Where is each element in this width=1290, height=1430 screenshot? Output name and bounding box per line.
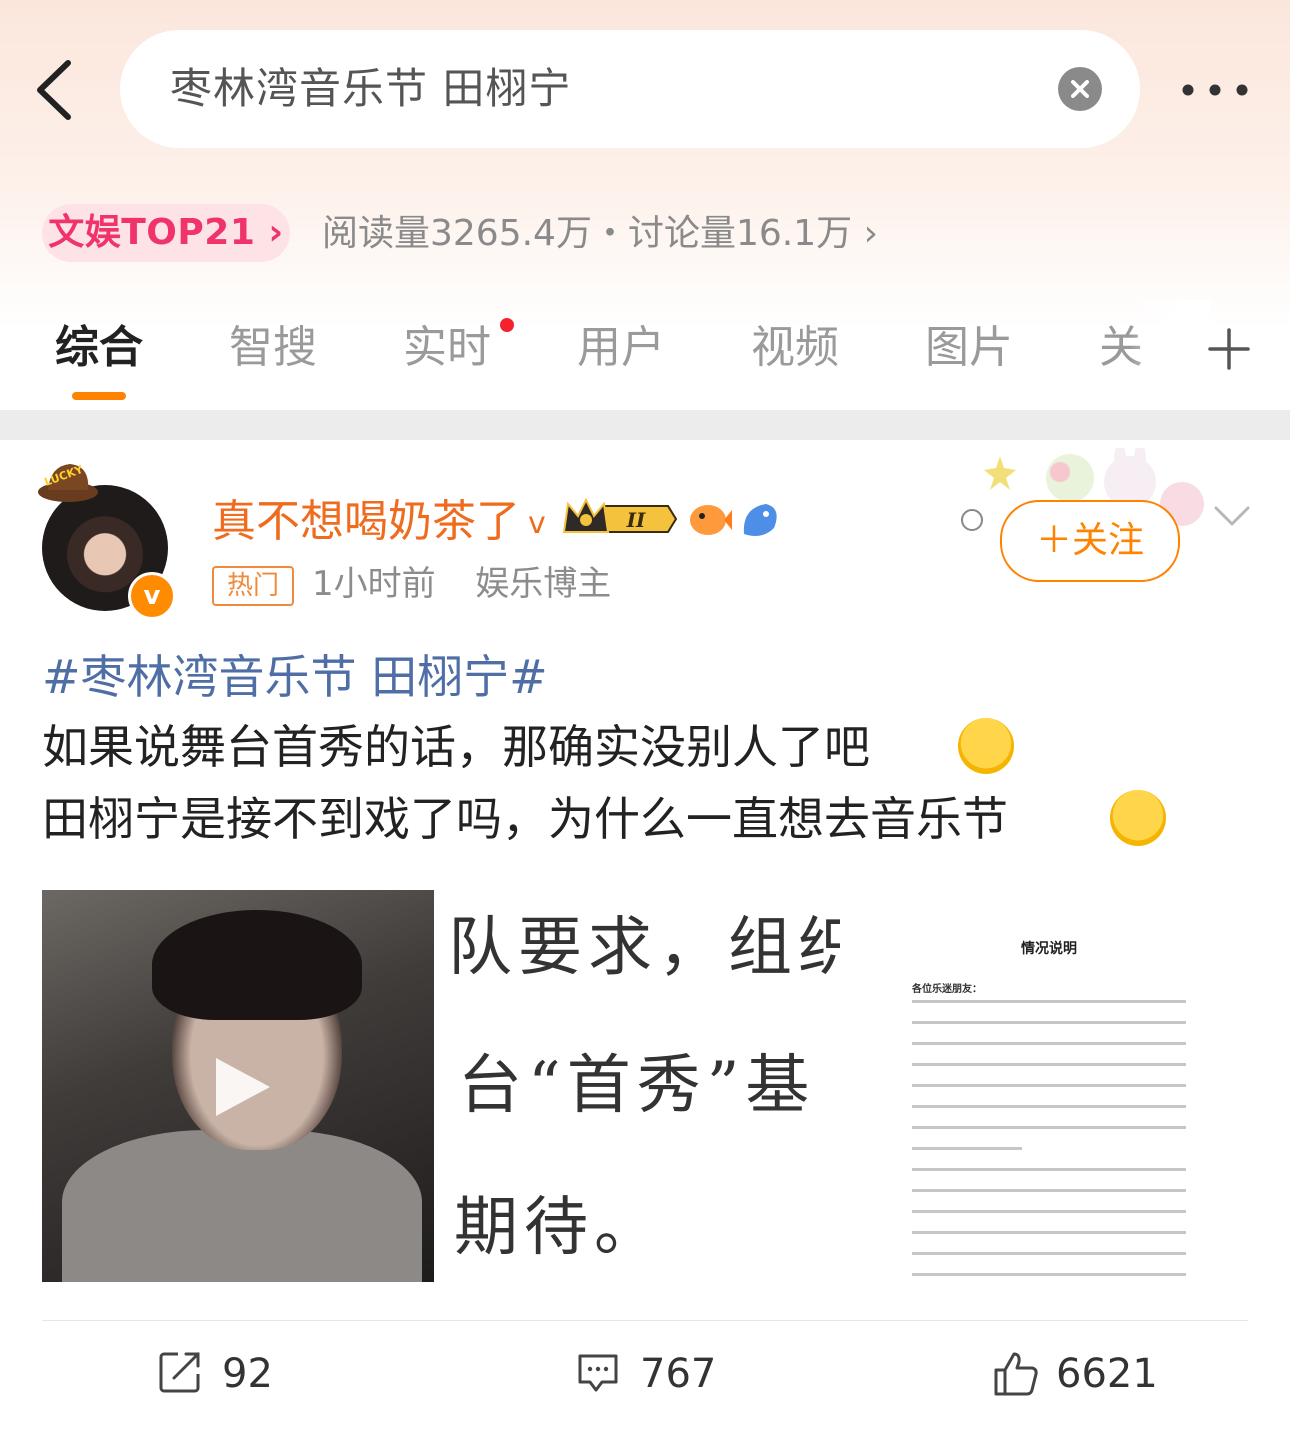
search-input[interactable]: 枣林湾音乐节 田栩宁	[170, 30, 571, 148]
like-count: 6621	[1056, 1351, 1158, 1397]
tab-video[interactable]: 视频	[751, 318, 839, 378]
crown-level-icon: II	[562, 497, 678, 533]
chevron-down-icon[interactable]	[1212, 502, 1252, 530]
laugh-cry-emoji-icon	[958, 718, 1014, 774]
thumbnail-body	[62, 1130, 422, 1282]
tab-fade	[1130, 300, 1210, 400]
post-meta: 1小时前 娱乐博主	[312, 560, 611, 608]
more-icon[interactable]	[1180, 80, 1250, 100]
chevron-right-icon: ›	[863, 213, 878, 254]
tab-users[interactable]: 用户	[577, 318, 665, 378]
clear-icon[interactable]	[1058, 67, 1102, 111]
chevron-right-icon: ›	[268, 212, 284, 253]
play-icon[interactable]	[210, 1052, 274, 1122]
crown-level-text: II	[626, 508, 646, 532]
thumbnail-hair	[152, 910, 362, 1020]
hot-tag: 热门	[212, 566, 294, 606]
laugh-cry-emoji-icon	[1110, 790, 1166, 846]
action-divider	[42, 1320, 1248, 1321]
excerpt-line-3: 期待。	[454, 1191, 664, 1265]
blue-fish-icon	[743, 504, 777, 536]
tab-images[interactable]: 图片	[925, 318, 1013, 378]
post-time: 1小时前	[312, 564, 436, 604]
author-role: 娱乐博主	[475, 564, 612, 604]
active-tab-indicator	[72, 392, 126, 400]
text-excerpt-image[interactable]: 队要求，组织 台“首秀”基 期待。	[444, 890, 840, 1282]
document-title: 情况说明	[1021, 941, 1077, 957]
realtime-red-dot	[500, 318, 514, 332]
post-text-line-1: 如果说舞台首秀的话，那确实没别人了吧	[42, 720, 870, 774]
comment-count: 767	[640, 1351, 717, 1397]
repost-icon	[159, 1352, 200, 1393]
document-body	[912, 1000, 1186, 1280]
post-topic-link[interactable]: #枣林湾音乐节 田栩宁#	[42, 646, 548, 708]
tab-general[interactable]: 综合	[55, 318, 143, 378]
tab-realtime[interactable]: 实时	[403, 318, 491, 378]
follow-button[interactable]: ＋关注	[1000, 500, 1180, 582]
fish-icon	[690, 505, 732, 535]
document-greeting: 各位乐迷朋友：	[912, 984, 982, 995]
stats-text: 阅读量3265.4万・讨论量16.1万	[322, 213, 853, 254]
repost-count: 92	[222, 1351, 273, 1397]
excerpt-line-1: 队要求，组织	[448, 911, 840, 985]
tab-smart-search[interactable]: 智搜	[229, 318, 317, 378]
verified-mark: v	[528, 506, 546, 541]
like-icon	[994, 1352, 1038, 1396]
topic-stats[interactable]: 阅读量3265.4万・讨论量16.1万 ›	[322, 204, 878, 264]
lucky-hat-sticker: LUCKY	[38, 463, 98, 502]
author-name[interactable]: 真不想喝奶茶了	[212, 492, 520, 552]
rank-label: 文娱TOP21	[48, 212, 256, 253]
topic-rank-badge[interactable]: 文娱TOP21 ›	[42, 204, 290, 262]
statement-document-image[interactable]: 情况说明 各位乐迷朋友：	[850, 890, 1248, 1282]
section-separator	[0, 410, 1290, 440]
verified-badge: v	[128, 572, 176, 620]
comment-icon	[578, 1354, 618, 1392]
post-text-line-2: 田栩宁是接不到戏了吗，为什么一直想去音乐节	[42, 792, 1008, 846]
back-icon[interactable]	[30, 55, 90, 125]
excerpt-line-2: 台“首秀”基	[458, 1049, 816, 1123]
search-bar[interactable]: 枣林湾音乐节 田栩宁	[120, 30, 1140, 148]
plus-icon[interactable]	[1206, 326, 1252, 372]
